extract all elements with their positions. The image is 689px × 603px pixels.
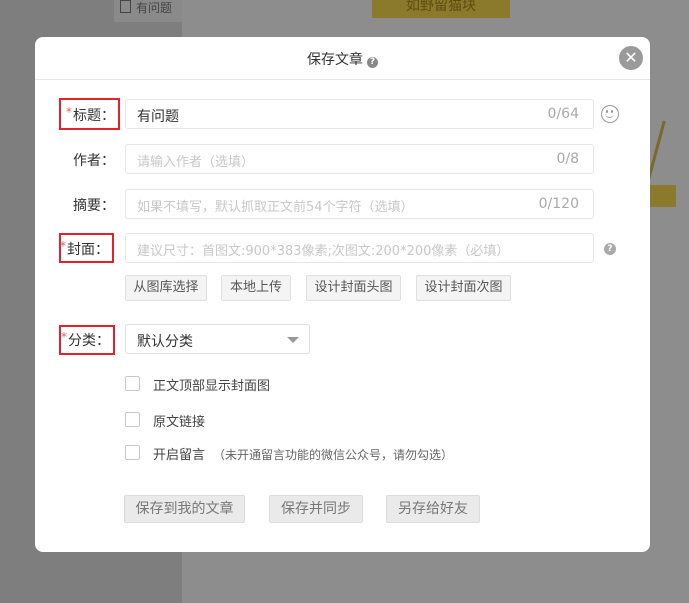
summary-placeholder: 如果不填写，默认抓取正文前54个字符（选填） xyxy=(137,200,414,215)
summary-label: 摘要： xyxy=(73,198,115,214)
author-placeholder: 请输入作者（选填） xyxy=(137,155,255,170)
enable-comments-text: 开启留言 xyxy=(153,448,206,463)
title-label: *标题： xyxy=(59,105,115,125)
enable-comments-label: 开启留言 （未开通留言功能的微信公众号，请勿勾选） xyxy=(153,444,453,463)
close-button[interactable]: ✕ xyxy=(619,46,643,70)
cover-input[interactable]: 建议尺寸：首图文:900*383像素;次图文:200*200像素（必填） xyxy=(125,233,594,263)
cover-placeholder: 建议尺寸：首图文:900*383像素;次图文:200*200像素（必填） xyxy=(137,244,510,259)
save-and-sync-button[interactable]: 保存并同步 xyxy=(269,495,363,523)
background-tab-label: 有问题 xyxy=(136,1,173,15)
summary-input[interactable]: 如果不填写，默认抓取正文前54个字符（选填） 0/120 xyxy=(125,189,594,219)
enable-comments-checkbox[interactable] xyxy=(125,445,140,460)
dialog-title-text: 保存文章 xyxy=(307,52,363,68)
title-label-text: 标题： xyxy=(73,108,115,124)
design-cover-head-button[interactable]: 设计封面头图 xyxy=(306,275,401,301)
category-selected-value: 默认分类 xyxy=(137,334,193,350)
enable-comments-note: （未开通留言功能的微信公众号，请勿勾选） xyxy=(213,448,454,462)
background-banner: 如野留猫块 xyxy=(372,0,510,18)
author-input[interactable]: 请输入作者（选填） 0/8 xyxy=(125,144,594,174)
required-star: * xyxy=(60,239,66,253)
dialog-title: 保存文章? xyxy=(35,49,650,69)
chevron-down-icon xyxy=(287,337,299,343)
background-wheat-block xyxy=(648,185,676,207)
summary-counter: 0/120 xyxy=(538,196,579,212)
emoji-mouth xyxy=(605,112,614,118)
question-icon[interactable]: ? xyxy=(367,57,378,68)
author-counter: 0/8 xyxy=(556,151,579,167)
required-star: * xyxy=(66,105,72,119)
close-icon: ✕ xyxy=(624,48,638,67)
category-label: *分类： xyxy=(54,330,110,350)
background-article-tab: 有问题 xyxy=(114,0,182,22)
title-value: 有问题 xyxy=(137,109,179,125)
cover-label: *封面： xyxy=(53,239,109,259)
show-cover-checkbox[interactable] xyxy=(125,376,140,391)
document-icon xyxy=(120,0,131,13)
show-cover-label: 正文顶部显示封面图 xyxy=(153,379,271,394)
category-label-text: 分类： xyxy=(68,333,110,349)
title-input[interactable]: 有问题 0/64 xyxy=(125,99,594,129)
local-upload-button[interactable]: 本地上传 xyxy=(221,275,291,301)
save-to-friend-button[interactable]: 另存给好友 xyxy=(386,495,480,523)
design-cover-secondary-button[interactable]: 设计封面次图 xyxy=(416,275,511,301)
emoji-icon[interactable] xyxy=(601,105,619,123)
dialog-header: 保存文章? ✕ xyxy=(35,37,650,80)
author-label: 作者： xyxy=(73,153,115,169)
save-article-dialog: 保存文章? ✕ *标题： 有问题 0/64 作者： 请输入作者（选填） 0/8 … xyxy=(35,37,650,552)
save-to-my-articles-button[interactable]: 保存到我的文章 xyxy=(124,495,245,523)
original-link-checkbox[interactable] xyxy=(125,412,140,427)
cover-label-text: 封面： xyxy=(67,242,109,258)
question-icon[interactable]: ? xyxy=(604,243,616,255)
title-counter: 0/64 xyxy=(547,106,579,122)
category-select[interactable]: 默认分类 xyxy=(125,324,310,354)
original-link-label: 原文链接 xyxy=(153,415,206,430)
choose-from-library-button[interactable]: 从图库选择 xyxy=(125,275,207,301)
required-star: * xyxy=(61,330,67,344)
